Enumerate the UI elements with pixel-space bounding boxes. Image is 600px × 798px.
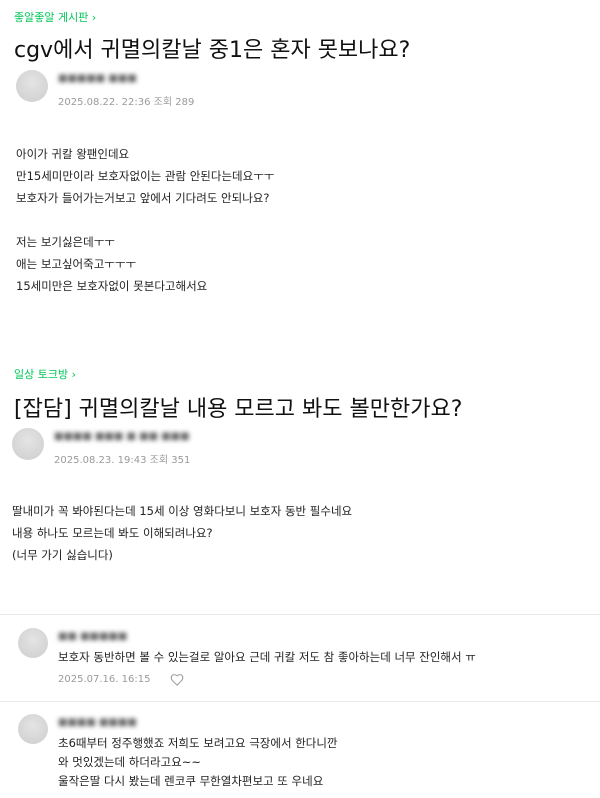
views-count: 289 bbox=[175, 97, 195, 108]
body-line: (너무 가기 싫습니다) bbox=[12, 548, 113, 562]
body-line: 내용 하나도 모르는데 봐도 이해되려나요? bbox=[12, 526, 213, 540]
body-line: 보호자가 들어가는거보고 앞에서 기다려도 안되나요? bbox=[16, 191, 270, 205]
chevron-right-icon: › bbox=[71, 368, 77, 381]
post-body: 딸내미가 꼭 봐야된다는데 15세 이상 영화다보니 보호자 동반 필수네요 내… bbox=[12, 500, 352, 566]
post-title[interactable]: [잡담] 귀멸의칼날 내용 모르고 봐도 볼만한가요? bbox=[14, 391, 462, 423]
body-line: 애는 보고싶어죽고ㅜㅜㅜ bbox=[16, 257, 137, 271]
comment-divider bbox=[0, 701, 600, 702]
views-label: 조회 bbox=[149, 455, 169, 466]
views-label: 조회 bbox=[153, 97, 173, 108]
body-line: 15세미만은 보호자없이 못본다고해서요 bbox=[16, 279, 208, 293]
comment-text: 울작은딸 다시 봤는데 렌코쿠 무한열차편보고 또 우네요 bbox=[58, 774, 324, 788]
comment-author[interactable]: ■■ ■■■■■ bbox=[58, 631, 127, 642]
board-name[interactable]: 좋알좋알 게시판 bbox=[14, 11, 88, 24]
post-date: 2025.08.23. 19:43 bbox=[54, 455, 147, 466]
avatar bbox=[18, 628, 48, 658]
body-line: 아이가 귀칼 왕팬인데요 bbox=[16, 147, 130, 161]
comment-body: 초6때부터 정주행했죠 저희도 보려고요 극장에서 한다니깐 와 멋있겠는데 하… bbox=[58, 734, 338, 791]
author-name[interactable]: ■■■■ ■■■ ■ ■■ ■■■ bbox=[54, 431, 190, 442]
section-divider bbox=[0, 614, 600, 615]
body-line: 저는 보기싫은데ㅜㅜ bbox=[16, 235, 115, 249]
comment-text: 보호자 동반하면 볼 수 있는걸로 알아요 근데 귀칼 저도 참 좋아하는데 너… bbox=[58, 650, 476, 664]
post-meta: 2025.08.23. 19:43 조회 351 bbox=[54, 451, 190, 466]
avatar bbox=[12, 428, 44, 460]
comment-date: 2025.07.16. 16:15 bbox=[58, 674, 151, 685]
board-link[interactable]: 일상 토크방 › bbox=[14, 366, 76, 382]
body-line bbox=[16, 209, 274, 231]
comment-author[interactable]: ■■■■ ■■■■ bbox=[58, 717, 137, 728]
author-name[interactable]: ■■■■■ ■■■ bbox=[58, 73, 137, 84]
board-link[interactable]: 좋알좋알 게시판 › bbox=[14, 9, 96, 25]
chevron-right-icon: › bbox=[91, 11, 97, 24]
post-meta: 2025.08.22. 22:36 조회 289 bbox=[58, 93, 194, 108]
heart-icon[interactable] bbox=[170, 673, 184, 686]
post-date: 2025.08.22. 22:36 bbox=[58, 97, 151, 108]
comment-text: 와 멋있겠는데 하더라고요~~ bbox=[58, 755, 201, 769]
views-count: 351 bbox=[171, 455, 191, 466]
comment-text: 초6때부터 정주행했죠 저희도 보려고요 극장에서 한다니깐 bbox=[58, 736, 338, 750]
avatar bbox=[16, 70, 48, 102]
post-body: 아이가 귀칼 왕팬인데요 만15세미만이라 보호자없이는 관람 안된다는데요ㅜㅜ… bbox=[16, 143, 274, 297]
post-title[interactable]: cgv에서 귀멸의칼날 중1은 혼자 못보나요? bbox=[14, 32, 410, 64]
body-line: 만15세미만이라 보호자없이는 관람 안된다는데요ㅜㅜ bbox=[16, 169, 275, 183]
body-line: 딸내미가 꼭 봐야된다는데 15세 이상 영화다보니 보호자 동반 필수네요 bbox=[12, 504, 353, 518]
board-name[interactable]: 일상 토크방 bbox=[14, 368, 68, 381]
avatar bbox=[18, 714, 48, 744]
